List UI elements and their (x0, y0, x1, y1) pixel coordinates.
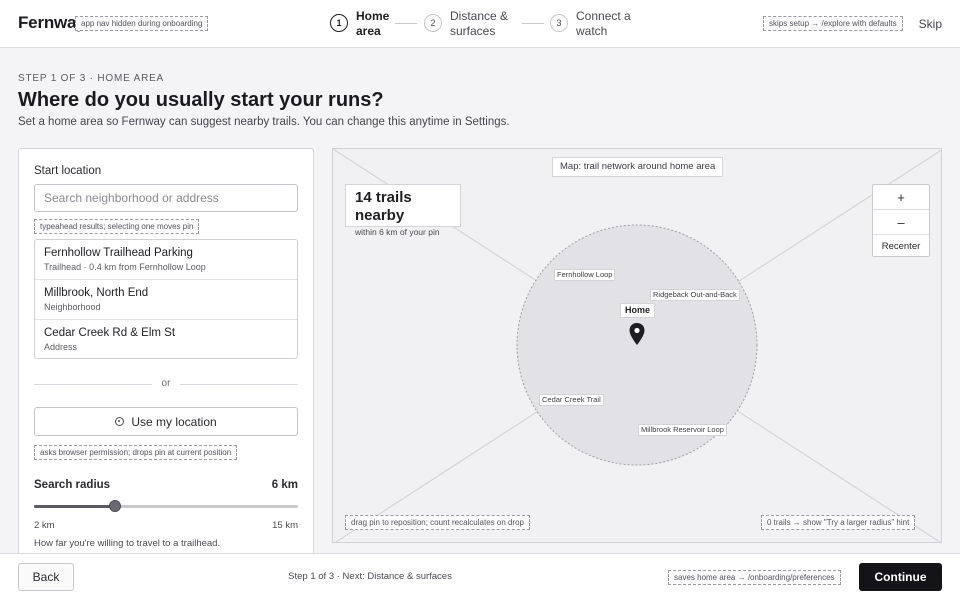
trail-count: 14 trails nearby (355, 189, 412, 224)
home-pin-label: Home (620, 303, 656, 318)
trail-label[interactable]: Ridgeback Out-and-Back (650, 289, 740, 301)
typeahead-result[interactable]: Fernhollow Trailhead Parking Trailhead ·… (35, 240, 297, 280)
trail-count-card: 14 trails nearby within 6 km of your pin (345, 184, 461, 237)
use-my-location-button[interactable]: Use my location (34, 407, 298, 436)
continue-annotation: saves home area → /onboarding/preference… (668, 570, 841, 585)
slider-thumb[interactable] (109, 500, 122, 512)
result-subtitle: Address (44, 342, 78, 352)
map-controls: + – Recenter (872, 184, 930, 257)
step-label: Distance & surfaces (450, 9, 509, 38)
step-label: Home area (356, 9, 390, 38)
search-radius-value: 6 km (271, 479, 298, 491)
stepper-step-1: 1 Home area (330, 9, 406, 39)
result-subtitle: Neighborhood (44, 302, 101, 312)
stepper-step-2: 2 Distance & surfaces (424, 9, 518, 39)
footer-step-text: Step 1 of 3 · Next: Distance & surfaces (288, 571, 452, 582)
trail-label[interactable]: Fernhollow Loop (554, 269, 616, 281)
use-location-label: Use my location (131, 414, 217, 429)
map-caption: Map: trail network around home area (552, 157, 724, 177)
home-pin-icon[interactable] (628, 322, 646, 346)
trail-label[interactable]: Millbrook Reservoir Loop (638, 424, 727, 436)
or-divider: or (34, 378, 298, 390)
radius-help-text: How far you're willing to travel to a tr… (34, 538, 221, 549)
step-eyebrow: STEP 1 OF 3 · HOME AREA (18, 73, 165, 84)
radius-slider[interactable] (34, 499, 298, 513)
continue-button[interactable]: Continue (859, 563, 942, 591)
location-search-input[interactable] (34, 184, 298, 212)
stepper-step-3: 3 Connect a watch (550, 9, 638, 39)
slider-fill (34, 505, 116, 508)
crosshair-icon (115, 417, 125, 426)
trail-count-desc: within 6 km of your pin (355, 227, 440, 237)
skip-button[interactable]: Skip (919, 17, 942, 31)
result-subtitle: Trailhead · 0.4 km from Fernhollow Loop (44, 262, 206, 272)
typeahead-annotation: typeahead results; selecting one moves p… (34, 219, 200, 234)
stepper-connector (522, 23, 544, 24)
recenter-button[interactable]: Recenter (873, 235, 929, 257)
step-number: 3 (550, 14, 568, 32)
location-annotation: asks browser permission; drops pin at cu… (34, 445, 238, 460)
search-radius-label: Search radius (34, 479, 111, 491)
typeahead-results-list: Fernhollow Trailhead Parking Trailhead ·… (34, 239, 298, 359)
start-location-label: Start location (34, 165, 102, 177)
step-number: 1 (330, 14, 348, 32)
radius-min-label: 2 km (34, 520, 55, 531)
result-title: Millbrook, North End (44, 287, 149, 299)
skip-annotation: skips setup → /explore with defaults (763, 16, 903, 31)
trail-label[interactable]: Cedar Creek Trail (539, 394, 604, 406)
step-label: Connect a watch (576, 9, 631, 38)
result-title: Cedar Creek Rd & Elm St (44, 327, 176, 339)
page-subtitle: Set a home area so Fernway can suggest n… (18, 116, 510, 128)
radius-max-label: 15 km (272, 520, 298, 531)
zoom-out-button[interactable]: – (873, 210, 929, 235)
empty-state-annotation: 0 trails → show "Try a larger radius" hi… (761, 515, 916, 530)
typeahead-result[interactable]: Cedar Creek Rd & Elm St Address (35, 320, 297, 358)
stepper-connector (395, 23, 417, 24)
drag-annotation: drag pin to reposition; count recalculat… (345, 515, 530, 530)
page-title: Where do you usually start your runs? (18, 89, 384, 111)
step-number: 2 (424, 14, 442, 32)
divider-line (180, 384, 298, 385)
typeahead-result[interactable]: Millbrook, North End Neighborhood (35, 280, 297, 320)
zoom-in-button[interactable]: + (873, 185, 929, 210)
nav-annotation: app nav hidden during onboarding (75, 16, 209, 31)
result-title: Fernhollow Trailhead Parking (44, 247, 193, 259)
